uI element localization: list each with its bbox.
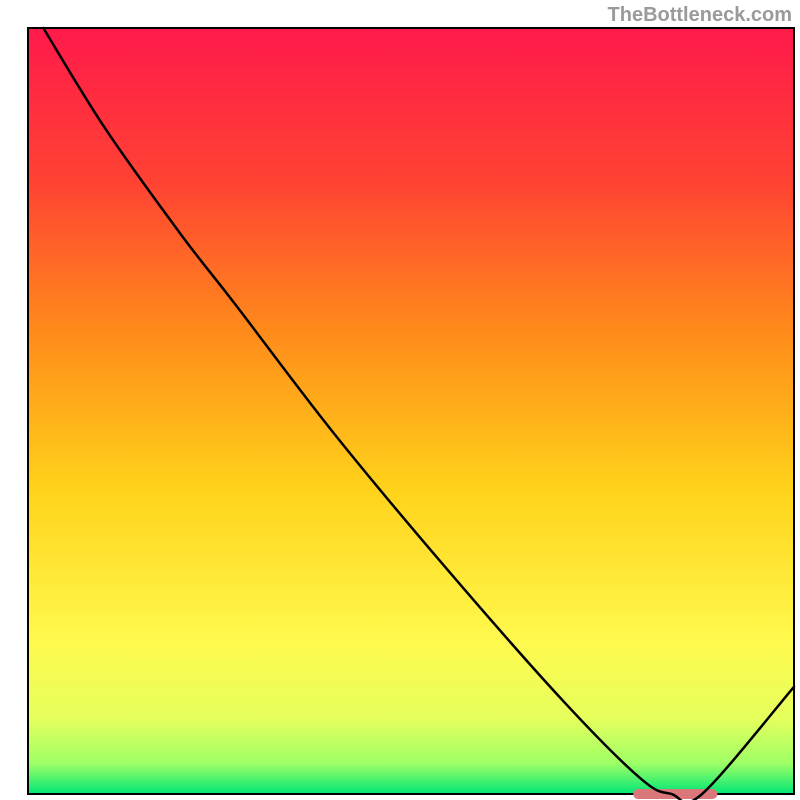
bottleneck-chart [0, 0, 800, 800]
plot-background [28, 28, 794, 794]
watermark-label: TheBottleneck.com [608, 4, 792, 27]
